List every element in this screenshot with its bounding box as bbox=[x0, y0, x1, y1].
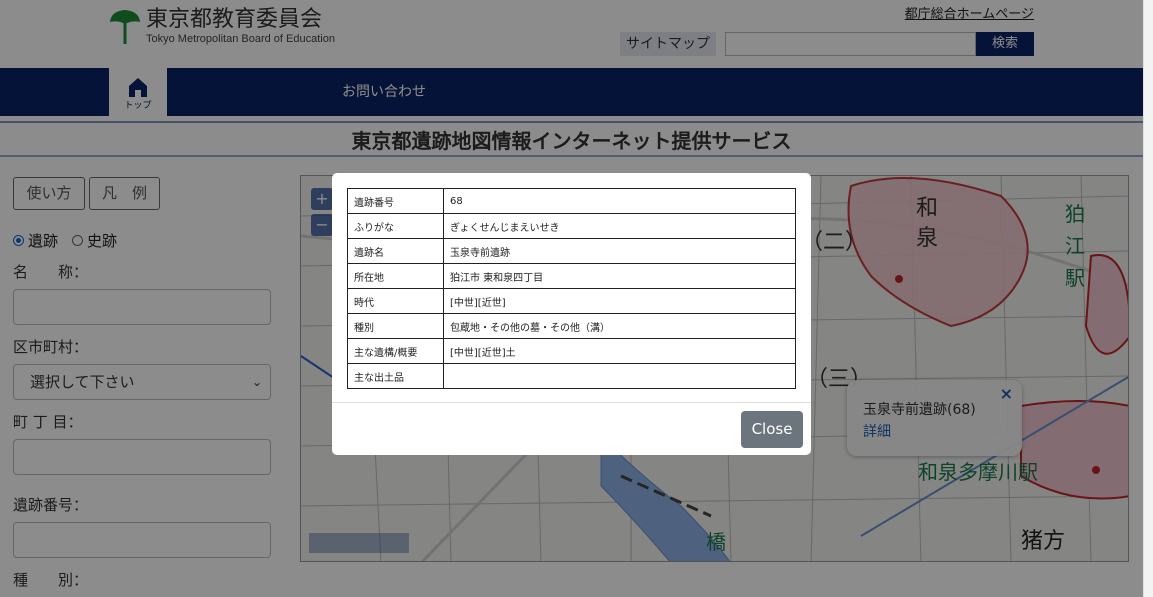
detail-value bbox=[443, 363, 796, 389]
detail-key: 遺跡番号 bbox=[347, 188, 444, 214]
page-scrollbar[interactable] bbox=[1143, 0, 1153, 597]
table-row: 遺跡名 玉泉寺前遺跡 bbox=[347, 238, 796, 264]
detail-value: 68 bbox=[443, 188, 796, 214]
site-detail-table: 遺跡番号 68 ふりがな ぎょくせんじまえいせき 遺跡名 玉泉寺前遺跡 所在地 狛江市 東和泉… bbox=[347, 188, 796, 389]
detail-key: 遺跡名 bbox=[347, 238, 444, 264]
detail-key: ふりがな bbox=[347, 213, 444, 239]
detail-key: 所在地 bbox=[347, 263, 444, 289]
detail-key: 種別 bbox=[347, 313, 444, 339]
site-detail-modal: 遺跡番号 68 ふりがな ぎょくせんじまえいせき 遺跡名 玉泉寺前遺跡 所在地 狛江市 東和泉… bbox=[332, 173, 811, 455]
detail-value: ぎょくせんじまえいせき bbox=[443, 213, 796, 239]
table-row: 種別 包蔵地・その他の墓・その他（溝） bbox=[347, 313, 796, 339]
table-row: 所在地 狛江市 東和泉四丁目 bbox=[347, 263, 796, 289]
detail-value: [中世][近世] bbox=[443, 288, 796, 314]
close-button[interactable]: Close bbox=[741, 411, 803, 448]
table-row: 時代 [中世][近世] bbox=[347, 288, 796, 314]
detail-value: 玉泉寺前遺跡 bbox=[443, 238, 796, 264]
detail-key: 時代 bbox=[347, 288, 444, 314]
modal-footer-divider bbox=[332, 402, 811, 403]
table-row: 遺跡番号 68 bbox=[347, 188, 796, 214]
detail-key: 主な遺構/概要 bbox=[347, 338, 444, 364]
detail-value: 狛江市 東和泉四丁目 bbox=[443, 263, 796, 289]
detail-key: 主な出土品 bbox=[347, 363, 444, 389]
table-row: ふりがな ぎょくせんじまえいせき bbox=[347, 213, 796, 239]
detail-value: 包蔵地・その他の墓・その他（溝） bbox=[443, 313, 796, 339]
table-row: 主な出土品 bbox=[347, 363, 796, 389]
detail-value: [中世][近世]土 bbox=[443, 338, 796, 364]
table-row: 主な遺構/概要 [中世][近世]土 bbox=[347, 338, 796, 364]
